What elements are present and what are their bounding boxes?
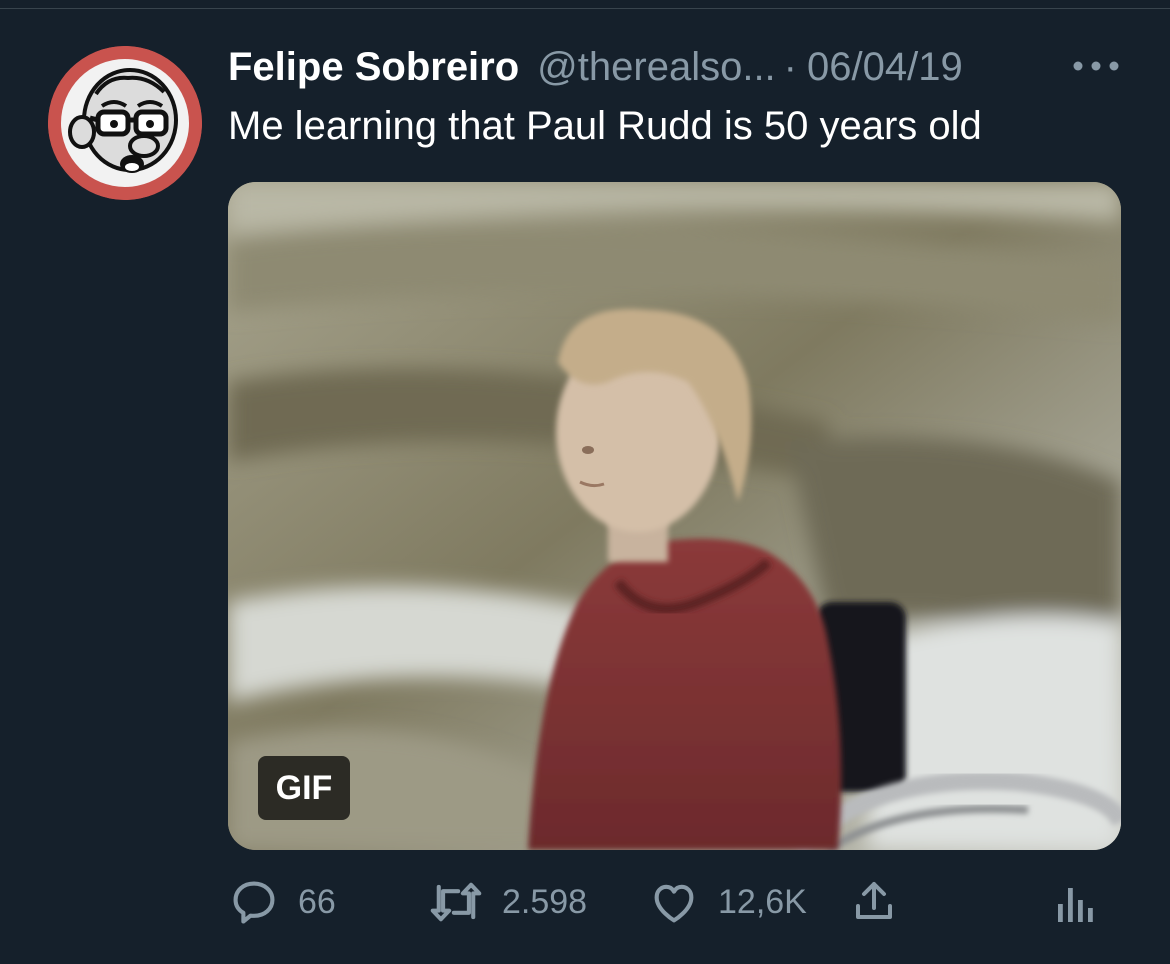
- tweet-text: Me learning that Paul Rudd is 50 years o…: [228, 104, 982, 148]
- tweet-date[interactable]: 06/04/19: [807, 45, 963, 90]
- reply-icon: [233, 881, 275, 924]
- analytics-button[interactable]: [1054, 872, 1098, 932]
- retweet-icon: [430, 882, 482, 922]
- tweet[interactable]: Felipe Sobreiro @therealso... · 06/04/19…: [0, 0, 1170, 964]
- share-icon: [856, 882, 892, 919]
- like-count: 12,6K: [718, 882, 807, 921]
- avatar-illustration: [48, 46, 202, 200]
- gif-frame-image: [228, 182, 1121, 850]
- reply-button[interactable]: 66: [228, 872, 336, 932]
- retweet-button[interactable]: 2.598: [428, 872, 587, 932]
- action-bar: 66 2.598 12,6K: [228, 872, 1128, 932]
- avatar[interactable]: [48, 46, 202, 200]
- like-button[interactable]: 12,6K: [648, 872, 807, 932]
- header-separator: ·: [783, 44, 797, 89]
- user-handle[interactable]: @therealso...: [537, 45, 776, 90]
- tweet-header: Felipe Sobreiro @therealso... · 06/04/19: [228, 42, 1128, 92]
- analytics-icon: [1058, 888, 1093, 922]
- reply-count: 66: [298, 882, 336, 921]
- like-icon: [654, 884, 694, 923]
- gif-media[interactable]: GIF: [228, 182, 1121, 850]
- more-button[interactable]: [1068, 50, 1124, 82]
- more-icon: [1073, 61, 1119, 71]
- gif-badge: GIF: [258, 756, 350, 820]
- share-button[interactable]: [850, 872, 898, 932]
- display-name[interactable]: Felipe Sobreiro: [228, 45, 519, 90]
- retweet-count: 2.598: [502, 882, 588, 921]
